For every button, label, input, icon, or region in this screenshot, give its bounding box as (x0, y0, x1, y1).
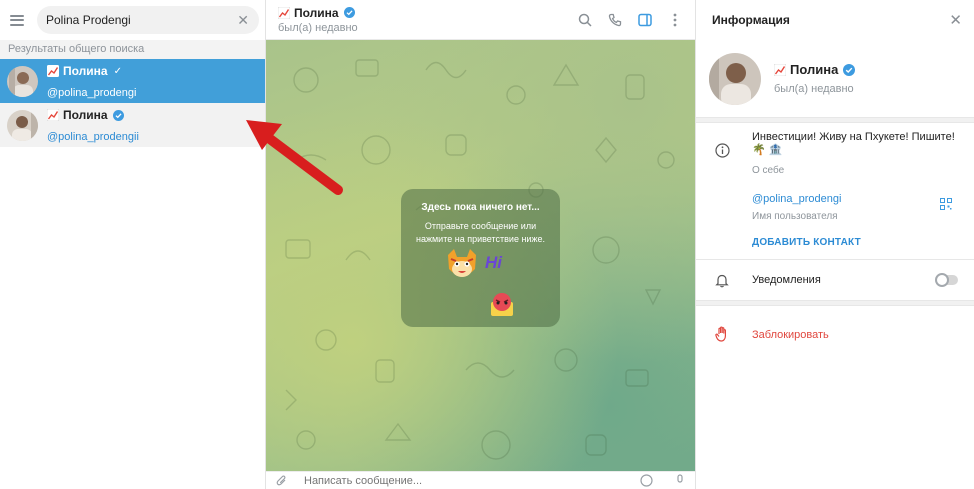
avatar (7, 109, 38, 141)
verified-icon (343, 7, 355, 18)
phone-icon[interactable] (607, 12, 623, 28)
message-input[interactable] (304, 474, 640, 487)
username-label: Имя пользователя (752, 211, 838, 222)
more-options-icon[interactable] (667, 12, 683, 28)
info-title: Информация (712, 13, 790, 27)
hand-stop-icon (714, 326, 730, 342)
telegram-window: ✕ Результаты общего поиска Полина ✓ @pol… (0, 0, 974, 489)
annotation-arrow (246, 120, 343, 195)
face-sticker-icon (491, 293, 513, 316)
chat-background: Здесь пока ничего нет... Отправьте сообщ… (266, 40, 695, 471)
search-input[interactable] (46, 13, 238, 27)
avatar (7, 65, 38, 97)
block-row[interactable]: Заблокировать (696, 306, 974, 364)
clear-search-icon[interactable]: ✕ (237, 13, 249, 27)
block-user-button: Заблокировать (752, 329, 829, 341)
profile-avatar[interactable] (709, 52, 761, 105)
chart-increasing-icon (47, 109, 59, 121)
verified-icon (843, 63, 856, 76)
notifications-label: Уведомления (752, 274, 821, 286)
chart-increasing-icon (278, 6, 290, 19)
close-icon[interactable]: ✕ (949, 11, 962, 29)
sidebar-toggle-icon[interactable] (637, 12, 653, 28)
hi-text: Hi (485, 253, 502, 272)
left-top-bar: ✕ (0, 0, 265, 40)
fox-sticker-icon (448, 249, 476, 277)
global-search-section-label: Результаты общего поиска (0, 40, 265, 59)
empty-chat-subtitle: Отправьте сообщение или нажмите на приве… (416, 221, 545, 244)
add-contact-button[interactable]: ДОБАВИТЬ КОНТАКТ (752, 237, 974, 248)
profile-name: Полина (774, 62, 856, 77)
chat-header[interactable]: Полина был(а) недавно (266, 0, 695, 40)
info-icon (714, 142, 730, 158)
empty-chat-title: Здесь пока ничего нет... (421, 202, 540, 213)
qr-code-icon[interactable] (940, 198, 952, 210)
result-name: Полина ✓ (47, 64, 136, 79)
menu-icon[interactable] (10, 14, 24, 26)
attach-icon[interactable] (276, 475, 288, 487)
result-handle: @polina_prodengi (47, 86, 137, 99)
chat-panel: Полина был(а) недавно Здесь пока ничего … (266, 0, 695, 489)
left-panel: ✕ Результаты общего поиска Полина ✓ @pol… (0, 0, 266, 489)
notifications-row[interactable]: Уведомления (696, 260, 974, 300)
result-handle: @polina_prodengii (47, 130, 139, 143)
profile-status: был(а) недавно (774, 83, 854, 95)
empty-chat-card: Здесь пока ничего нет... Отправьте сообщ… (401, 189, 560, 327)
search-result-1[interactable]: Полина ✓ @polina_prodengi (0, 59, 265, 103)
greeting-sticker[interactable]: Hi (445, 247, 521, 287)
verified-icon: ✓ (113, 65, 122, 77)
search-result-2[interactable]: Полина @polina_prodengii (0, 103, 265, 147)
search-box[interactable]: ✕ (37, 6, 259, 34)
search-icon[interactable] (577, 12, 593, 28)
info-header: Информация ✕ (696, 0, 974, 40)
chart-increasing-icon (47, 65, 59, 77)
bio-label: О себе (752, 165, 785, 176)
emoji-icon[interactable] (640, 474, 653, 487)
chart-increasing-icon (774, 63, 786, 76)
verified-icon (112, 109, 124, 121)
message-composer (266, 471, 695, 489)
result-name: Полина (47, 108, 139, 123)
microphone-icon[interactable] (675, 474, 685, 487)
info-panel: Информация ✕ Полина был(а) недавно Инвес… (695, 0, 974, 489)
profile-header: Полина был(а) недавно (696, 40, 974, 117)
chat-status: был(а) недавно (278, 21, 358, 34)
chat-title: Полина (278, 6, 577, 20)
bell-icon (714, 272, 730, 288)
about-section: Инвестиции! Живу на Пхукете! Пишите! 🌴 🏦… (696, 123, 974, 259)
notifications-toggle[interactable] (935, 273, 958, 287)
bio-text: Инвестиции! Живу на Пхукете! Пишите! 🌴 🏦 (752, 131, 955, 156)
